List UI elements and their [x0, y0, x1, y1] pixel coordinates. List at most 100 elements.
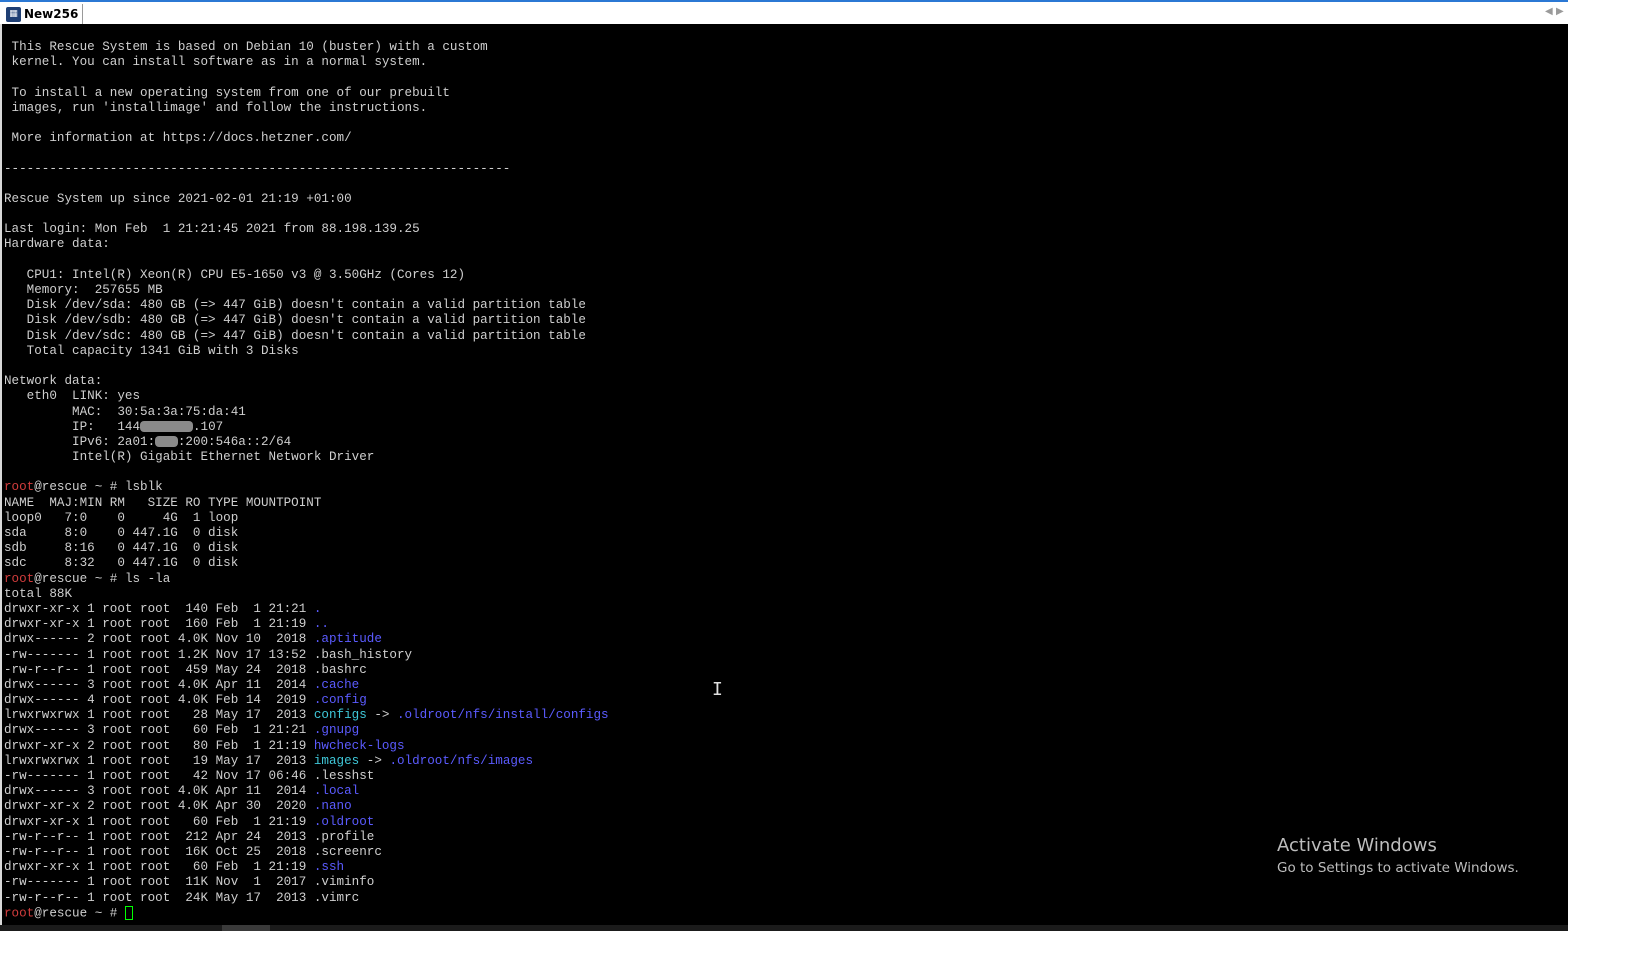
- file-meta: -rw------- 1 root root 42 Nov 17 06:46: [4, 769, 314, 783]
- title-bar: ▦ New256 ◀ ▶: [0, 0, 1568, 24]
- terminal-line: Network data:: [4, 374, 103, 389]
- terminal-line: -rw-r--r-- 1 root root 16K Oct 25 2018 .…: [4, 845, 609, 860]
- terminal-line: Disk /dev/sda: 480 GB (=> 447 GiB) doesn…: [4, 298, 586, 313]
- terminal-line: drwx------ 2 root root 4.0K Nov 10 2018 …: [4, 632, 609, 647]
- terminal-line: Total capacity 1341 GiB with 3 Disks: [4, 343, 299, 358]
- terminal-screen[interactable]: This Rescue System is based on Debian 10…: [2, 24, 1568, 927]
- file-meta: drwxr-xr-x 2 root root 4.0K Apr 30 2020: [4, 799, 314, 814]
- scroll-tabs-left-icon[interactable]: ◀: [1545, 6, 1553, 17]
- network-field: IPv6: 2a01:: [4, 434, 156, 449]
- terminal-line: ----------------------------------------…: [4, 161, 511, 176]
- network-field-suffix: .107: [192, 419, 224, 434]
- terminal-line: sda 8:0 0 447.1G 0 disk: [4, 526, 239, 540]
- terminal-line: drwx------ 4 root root 4.0K Feb 14 2019 …: [4, 693, 609, 708]
- terminal-line: -rw------- 1 root root 1.2K Nov 17 13:52…: [4, 648, 609, 663]
- file-meta: -rw-r--r-- 1 root root 212 Apr 24 2013: [4, 829, 314, 844]
- prompt-host: @rescue ~ #: [34, 571, 125, 586]
- scrollbar-thumb[interactable]: [222, 925, 270, 931]
- terminal-line: kernel. You can install software as in a…: [4, 55, 428, 70]
- file-name: .aptitude: [313, 632, 382, 647]
- file-name: configs: [313, 708, 367, 723]
- terminal-line: sdb 8:16 0 447.1G 0 disk: [4, 541, 239, 556]
- activate-windows-watermark: Activate Windows Go to Settings to activ…: [1277, 835, 1519, 878]
- terminal-line: Disk /dev/sdc: 480 GB (=> 447 GiB) doesn…: [4, 328, 586, 343]
- terminal-line: root@rescue ~ # ls -la: [4, 572, 609, 587]
- putty-terminal-icon: ▦: [6, 6, 21, 22]
- file-meta: drwx------ 2 root root 4.0K Nov 10 2018: [4, 632, 314, 647]
- file-meta: -rw-r--r-- 1 root root 24K May 17 2013: [4, 890, 314, 905]
- terminal-line: Disk /dev/sdb: 480 GB (=> 447 GiB) doesn…: [4, 313, 586, 328]
- terminal-line: drwxr-xr-x 1 root root 60 Feb 1 21:19 .o…: [4, 815, 609, 830]
- file-name: .config: [313, 693, 367, 708]
- file-name: .viminfo: [313, 875, 375, 890]
- file-name: .screenrc: [313, 844, 382, 859]
- network-field-suffix: :200:546a::2/64: [177, 434, 292, 449]
- network-field: IP: 144: [4, 419, 141, 434]
- file-meta: drwx------ 4 root root 4.0K Feb 14 2019: [4, 693, 314, 708]
- file-meta: drwx------ 3 root root 60 Feb 1 21:21: [4, 723, 314, 738]
- file-name: .ssh: [313, 860, 345, 875]
- file-name: .gnupg: [313, 723, 360, 738]
- terminal-line: -rw-r--r-- 1 root root 212 Apr 24 2013 .…: [4, 830, 609, 845]
- link-target: .oldroot/nfs/install/configs: [397, 708, 609, 723]
- terminal-line: -rw-r--r-- 1 root root 459 May 24 2018 .…: [4, 663, 609, 678]
- terminal-line: images, run 'installimage' and follow th…: [4, 100, 428, 115]
- terminal-line: sdc 8:32 0 447.1G 0 disk: [4, 556, 239, 571]
- file-name: .: [313, 601, 322, 616]
- file-name: .bash_history: [313, 647, 413, 662]
- terminal-line: lrwxrwxrwx 1 root root 28 May 17 2013 co…: [4, 708, 609, 723]
- file-meta: drwxr-xr-x 1 root root 160 Feb 1 21:19: [4, 617, 314, 632]
- scroll-tabs-right-icon[interactable]: ▶: [1556, 6, 1564, 17]
- prompt-host: @rescue ~ #: [34, 906, 125, 921]
- watermark-title: Activate Windows: [1277, 835, 1437, 856]
- file-name: .oldroot: [313, 814, 375, 829]
- terminal-line: This Rescue System is based on Debian 10…: [4, 40, 488, 54]
- terminal-line: MAC: 30:5a:3a:75:da:41: [4, 404, 246, 419]
- terminal-line: drwx------ 3 root root 4.0K Apr 11 2014 …: [4, 678, 609, 693]
- link-target: .oldroot/nfs/images: [389, 753, 534, 768]
- terminal-line: -rw------- 1 root root 42 Nov 17 06:46 .…: [4, 769, 609, 784]
- desktop-background-bottom: [0, 927, 1568, 979]
- file-meta: -rw------- 1 root root 11K Nov 1 2017: [4, 875, 314, 890]
- terminal-line: eth0 LINK: yes: [4, 389, 141, 404]
- terminal-line: root@rescue ~ # lsblk: [4, 480, 609, 495]
- terminal-line: -rw-r--r-- 1 root root 24K May 17 2013 .…: [4, 891, 609, 906]
- file-meta: drwxr-xr-x 1 root root 140 Feb 1 21:21: [4, 601, 314, 616]
- terminal-line: Hardware data:: [4, 237, 110, 252]
- file-name: .vimrc: [313, 890, 360, 905]
- file-meta: -rw-r--r-- 1 root root 459 May 24 2018: [4, 662, 314, 677]
- terminal-line: loop0 7:0 0 4G 1 loop: [4, 510, 239, 525]
- terminal-line: More information at https://docs.hetzner…: [4, 131, 352, 146]
- prompt-user: root: [4, 571, 35, 586]
- command-text: lsblk: [124, 480, 163, 495]
- terminal-line: Last login: Mon Feb 1 21:21:45 2021 from…: [4, 222, 420, 237]
- file-meta: drwx------ 3 root root 4.0K Apr 11 2014: [4, 784, 314, 799]
- terminal-line: CPU1: Intel(R) Xeon(R) CPU E5-1650 v3 @ …: [4, 267, 466, 282]
- file-meta: lrwxrwxrwx 1 root root 28 May 17 2013: [4, 708, 314, 723]
- terminal-line: Intel(R) Gigabit Ethernet Network Driver: [4, 450, 375, 465]
- terminal-line: -rw------- 1 root root 11K Nov 1 2017 .v…: [4, 875, 609, 890]
- terminal-line: drwxr-xr-x 1 root root 160 Feb 1 21:19 .…: [4, 617, 609, 632]
- prompt-user: root: [4, 480, 35, 495]
- file-meta: drwxr-xr-x 1 root root 60 Feb 1 21:19: [4, 814, 314, 829]
- terminal-line: drwxr-xr-x 2 root root 4.0K Apr 30 2020 …: [4, 799, 609, 814]
- file-name: .cache: [313, 677, 360, 692]
- watermark-subtitle: Go to Settings to activate Windows.: [1277, 860, 1519, 876]
- session-tab[interactable]: ▦ New256: [4, 4, 84, 24]
- prompt-host: @rescue ~ #: [34, 480, 125, 495]
- file-meta: drwx------ 3 root root 4.0K Apr 11 2014: [4, 677, 314, 692]
- terminal-line: IP: 144 .107: [4, 420, 609, 435]
- terminal-line: NAME MAJ:MIN RM SIZE RO TYPE MOUNTPOINT: [4, 495, 322, 510]
- file-name: hwcheck-logs: [313, 738, 405, 753]
- file-meta: drwxr-xr-x 2 root root 80 Feb 1 21:19: [4, 738, 314, 753]
- link-arrow: ->: [366, 708, 397, 723]
- terminal-output: This Rescue System is based on Debian 10…: [4, 40, 609, 921]
- terminal-line: root@rescue ~ #: [4, 905, 609, 921]
- text-cursor-icon: I: [712, 679, 723, 700]
